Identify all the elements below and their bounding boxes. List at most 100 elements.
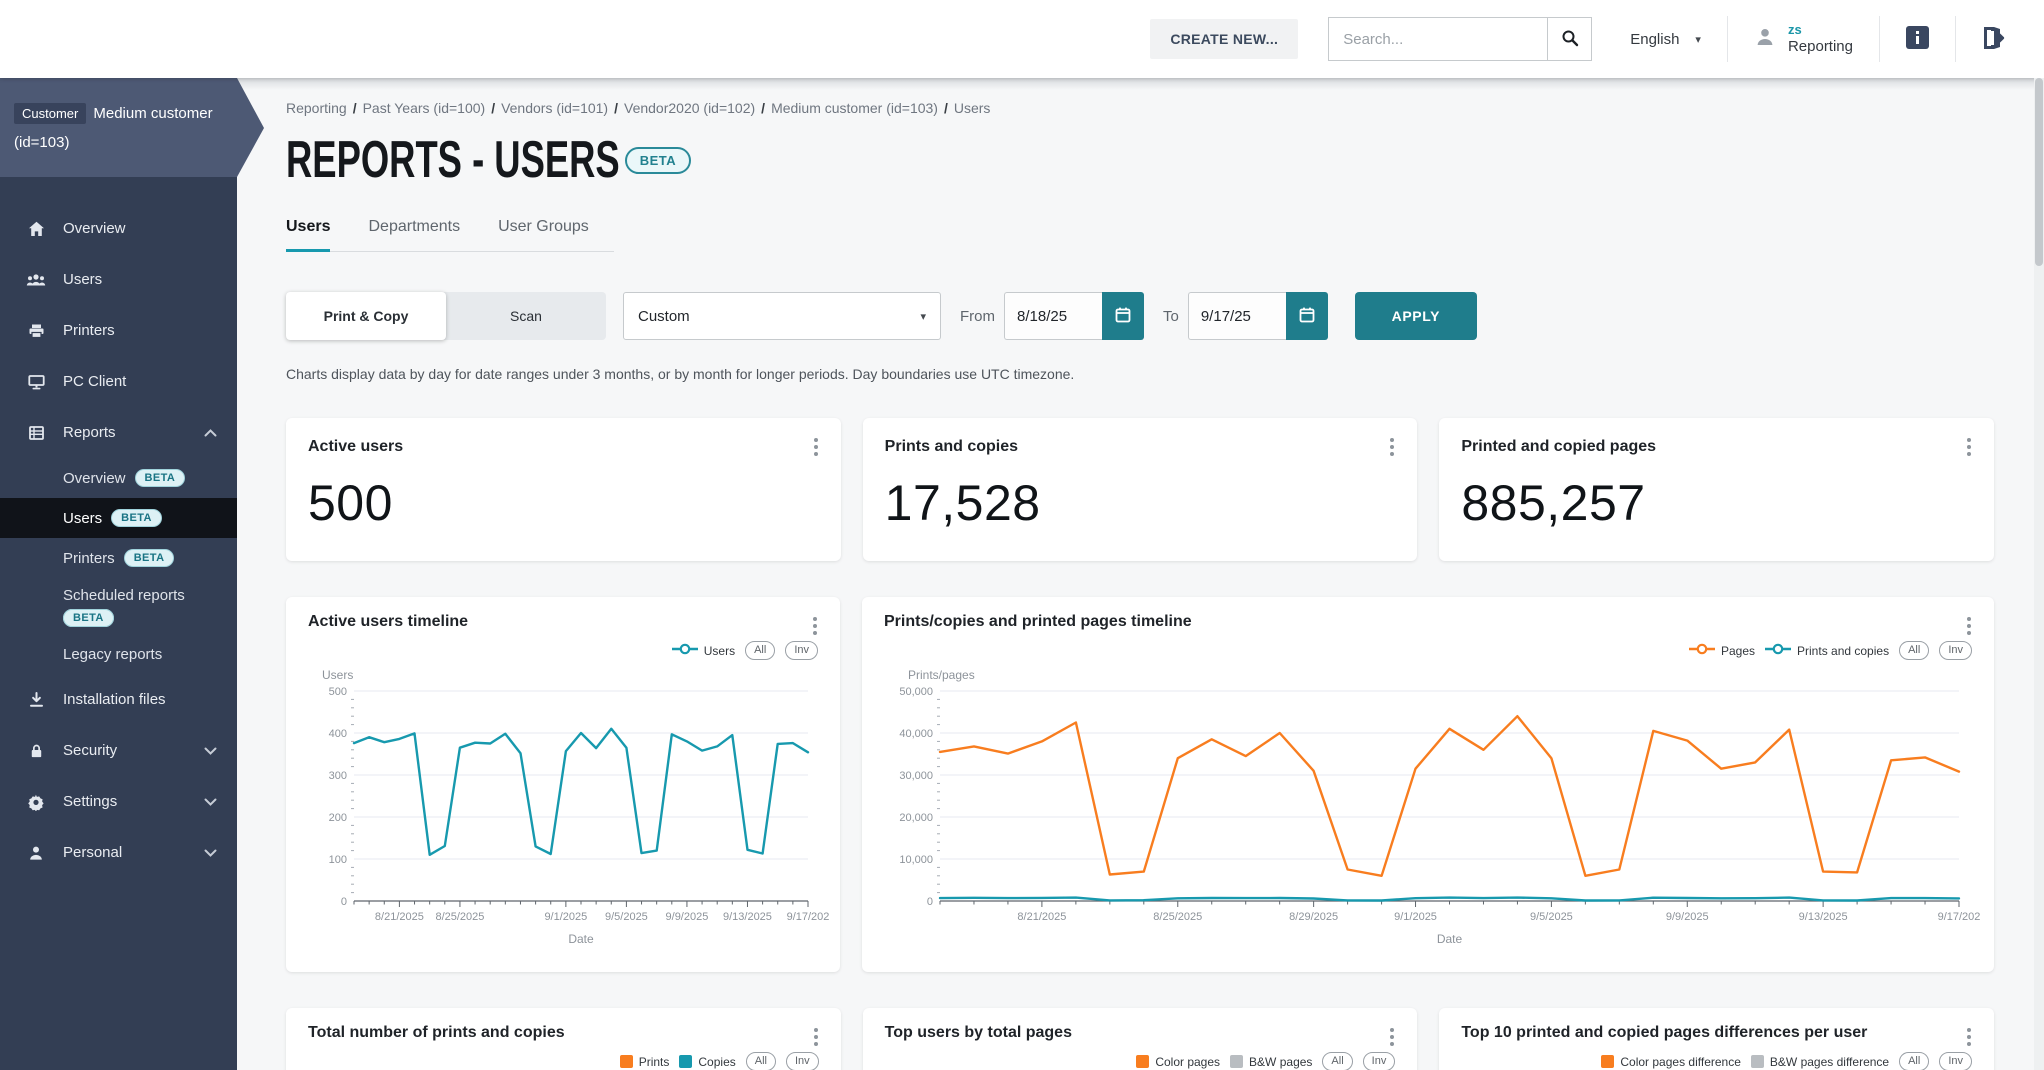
- legend-inv-button[interactable]: Inv: [1362, 1052, 1396, 1070]
- svg-text:500: 500: [329, 686, 347, 698]
- sidebar-item-installation-files[interactable]: Installation files: [0, 674, 237, 725]
- mode-scan[interactable]: Scan: [446, 292, 606, 340]
- kebab-menu-icon[interactable]: [807, 1026, 825, 1048]
- logout-icon: [1980, 25, 2008, 54]
- help-manual-button[interactable]: [1880, 24, 1955, 54]
- kebab-menu-icon[interactable]: [1383, 436, 1401, 458]
- legend-inv-button[interactable]: Inv: [1939, 641, 1972, 660]
- kebab-menu-icon[interactable]: [1960, 1026, 1978, 1048]
- sidebar-item-printers[interactable]: Printers: [0, 305, 237, 356]
- legend-item-copies[interactable]: Copies: [679, 1055, 736, 1069]
- kebab-menu-icon[interactable]: [807, 436, 825, 458]
- user-name: Reporting: [1787, 37, 1853, 55]
- sidebar-item-reports[interactable]: Reports: [0, 407, 237, 458]
- filter-row: Print & Copy Scan Custom ▾ From To: [286, 292, 2044, 340]
- sidebar-item-settings[interactable]: Settings: [0, 776, 237, 827]
- logout-button[interactable]: [1956, 25, 2012, 54]
- caret-down-icon: ▾: [1695, 33, 1701, 46]
- svg-text:Date: Date: [568, 932, 594, 946]
- sidebar-subitem-reports-printers[interactable]: Printers BETA: [0, 538, 237, 578]
- kebab-menu-icon[interactable]: [1383, 1026, 1401, 1048]
- legend-item-bw-pages[interactable]: B&W pages: [1230, 1055, 1312, 1069]
- breadcrumb-link[interactable]: Reporting: [286, 100, 347, 116]
- svg-text:9/5/2025: 9/5/2025: [605, 911, 648, 923]
- sidebar-item-pc-client[interactable]: PC Client: [0, 356, 237, 407]
- legend-inv-button[interactable]: Inv: [785, 1052, 819, 1070]
- kebab-menu-icon[interactable]: [1960, 615, 1978, 637]
- tab-users[interactable]: Users: [286, 218, 331, 252]
- beta-badge: BETA: [111, 509, 162, 527]
- kebab-menu-icon[interactable]: [806, 615, 824, 637]
- apply-button[interactable]: APPLY: [1354, 292, 1477, 340]
- sidebar-item-security[interactable]: Security: [0, 725, 237, 776]
- svg-text:10,000: 10,000: [899, 854, 933, 866]
- tabs: Users Departments User Groups: [286, 218, 614, 252]
- legend-item-bw-pages-diff[interactable]: B&W pages difference: [1750, 1055, 1889, 1069]
- calendar-icon: [1298, 306, 1316, 327]
- from-date-input[interactable]: [1004, 292, 1102, 340]
- legend-all-button[interactable]: All: [1322, 1052, 1353, 1070]
- users-icon: [26, 271, 46, 289]
- tab-user-groups[interactable]: User Groups: [498, 218, 589, 252]
- to-date-input[interactable]: [1187, 292, 1286, 340]
- page-scrollbar[interactable]: [2034, 78, 2044, 1070]
- search-input[interactable]: [1329, 18, 1548, 60]
- sidebar-subitem-legacy-reports[interactable]: Legacy reports: [0, 634, 237, 674]
- language-select[interactable]: English ▾: [1620, 31, 1727, 48]
- line-marker-icon: [671, 643, 698, 658]
- create-new-button[interactable]: CREATE NEW...: [1150, 19, 1299, 59]
- date-range-select[interactable]: Custom ▾: [623, 292, 941, 340]
- sidebar-nav: Overview Users Printers PC Client Report: [0, 177, 237, 878]
- legend-inv-button[interactable]: Inv: [1939, 1052, 1973, 1070]
- legend-item-color-pages-diff[interactable]: Color pages difference: [1601, 1055, 1741, 1069]
- svg-text:8/29/2025: 8/29/2025: [1289, 911, 1338, 923]
- svg-text:9/1/2025: 9/1/2025: [1394, 911, 1437, 923]
- sidebar-subitem-reports-overview[interactable]: Overview BETA: [0, 458, 237, 498]
- svg-text:Users: Users: [322, 668, 353, 682]
- svg-text:8/21/2025: 8/21/2025: [1017, 911, 1066, 923]
- breadcrumb: Reporting / Past Years (id=100) / Vendors (i…: [286, 100, 991, 116]
- legend-inv-button[interactable]: Inv: [785, 641, 818, 660]
- to-calendar-button[interactable]: [1285, 292, 1328, 340]
- legend-item-pages[interactable]: Pages: [1688, 643, 1755, 658]
- legend-all-button[interactable]: All: [745, 1052, 776, 1070]
- from-date-group: [1004, 292, 1144, 340]
- svg-text:8/21/2025: 8/21/2025: [375, 911, 424, 923]
- legend-item-prints-copies[interactable]: Prints and copies: [1765, 643, 1889, 658]
- legend-all-button[interactable]: All: [745, 641, 776, 660]
- mode-print-copy[interactable]: Print & Copy: [286, 292, 446, 340]
- stat-card-active-users: Active users 500: [286, 418, 841, 561]
- user-initials: zs: [1787, 21, 1802, 37]
- stat-title: Printed and copied pages: [1461, 438, 1657, 455]
- tab-departments[interactable]: Departments: [368, 218, 460, 252]
- breadcrumb-link[interactable]: Medium customer (id=103): [771, 100, 938, 116]
- title-row: REPORTS - USERS BETA: [237, 116, 2044, 190]
- main-content: Reporting / Past Years (id=100) / Vendors (i…: [237, 78, 2044, 1070]
- scrollbar-thumb[interactable]: [2035, 78, 2043, 266]
- sidebar-item-personal[interactable]: Personal: [0, 827, 237, 878]
- legend-all-button[interactable]: All: [1899, 641, 1930, 660]
- breadcrumb-link[interactable]: Past Years (id=100): [363, 100, 486, 116]
- sidebar-item-overview[interactable]: Overview: [0, 203, 237, 254]
- caret-down-icon: ▾: [920, 310, 926, 323]
- sidebar-subitem-reports-users[interactable]: Users BETA: [0, 498, 237, 538]
- breadcrumb-link[interactable]: Vendor2020 (id=102): [624, 100, 755, 116]
- legend-item-prints[interactable]: Prints: [619, 1055, 669, 1069]
- sidebar-subitem-scheduled-reports[interactable]: Scheduled reports BETA: [0, 578, 237, 634]
- sidebar-subitem-label: Users: [63, 509, 103, 527]
- swatch-icon: [619, 1055, 633, 1068]
- chart-legend: Color pages B&W pages All Inv: [1136, 1052, 1396, 1070]
- breadcrumb-link[interactable]: Vendors (id=101): [501, 100, 608, 116]
- breadcrumb-current: Users: [953, 100, 991, 116]
- search-box: [1328, 17, 1593, 61]
- top10-page-differences-card: Top 10 printed and copied pages differen…: [1439, 1008, 1995, 1070]
- sidebar-item-users[interactable]: Users: [0, 254, 237, 305]
- search-button[interactable]: [1547, 18, 1592, 60]
- kebab-menu-icon[interactable]: [1960, 436, 1978, 458]
- legend-all-button[interactable]: All: [1899, 1052, 1930, 1070]
- from-calendar-button[interactable]: [1102, 292, 1144, 340]
- user-menu[interactable]: zs Reporting: [1728, 22, 1879, 57]
- chart-legend: Users All Inv: [671, 641, 818, 660]
- legend-item-color-pages[interactable]: Color pages: [1136, 1055, 1220, 1069]
- legend-item-users[interactable]: Users: [671, 643, 735, 658]
